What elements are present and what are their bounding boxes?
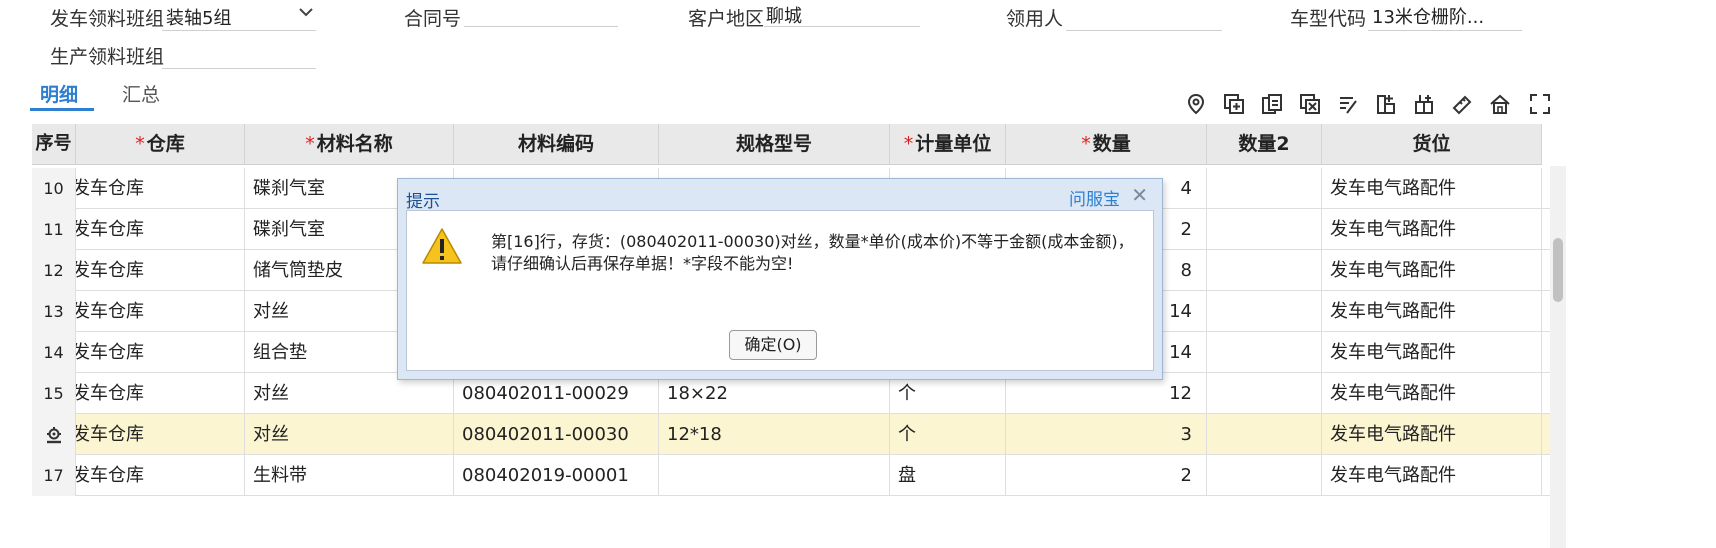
- cell-warehouse[interactable]: 发车仓库: [76, 414, 245, 455]
- cell-location[interactable]: 发车电气路配件: [1322, 332, 1542, 373]
- table-row[interactable]: 发车仓库 对丝 080402011-00030 12*18 个 3 发车电气路配件: [32, 414, 1558, 455]
- col-header-material-name[interactable]: * 材料名称: [245, 124, 454, 164]
- cell-qty2[interactable]: [1207, 209, 1322, 250]
- dialog-message-line1: 第[16]行，存货：(080402011-00030)对丝，数量*单价(成本价)…: [491, 232, 1134, 251]
- cell-warehouse[interactable]: 发车仓库: [76, 291, 245, 332]
- batch-edit-icon[interactable]: [1337, 93, 1359, 115]
- dialog-body: 第[16]行，存货：(080402011-00030)对丝，数量*单价(成本价)…: [406, 210, 1154, 371]
- issue-group-label: 发车领料班组: [50, 8, 165, 30]
- dialog-brand-link[interactable]: 问服宝: [1069, 185, 1120, 210]
- cell-qty2[interactable]: [1207, 414, 1322, 455]
- col-header-material-code[interactable]: 材料编码: [454, 124, 659, 164]
- dialog-title: 提示: [406, 192, 440, 212]
- col-header-seq[interactable]: 序号: [32, 124, 76, 164]
- cell-qty2[interactable]: [1207, 455, 1322, 496]
- col-header-qty[interactable]: * 数量: [1006, 124, 1207, 164]
- grid-header: 序号 * 仓库 * 材料名称 材料编码 规格型号 * 计量单位 * 数量 数量2 货位: [32, 124, 1542, 165]
- cell-spec[interactable]: 12*18: [659, 414, 890, 455]
- cell-qty[interactable]: 2: [1006, 455, 1207, 496]
- cell-material-name[interactable]: 生料带: [245, 455, 454, 496]
- cell-material-code[interactable]: 080402019-00001: [454, 455, 659, 496]
- dialog-message-line2: 请仔细确认后再保存单据！*字段不能为空!: [491, 254, 794, 273]
- cell-seq[interactable]: 12: [32, 250, 76, 291]
- cell-warehouse[interactable]: 发车仓库: [76, 373, 245, 414]
- contract-label: 合同号: [404, 8, 462, 30]
- cell-location[interactable]: 发车电气路配件: [1322, 455, 1542, 496]
- scrollbar-thumb[interactable]: [1553, 238, 1563, 302]
- tag-icon[interactable]: [1451, 93, 1473, 115]
- cell-qty[interactable]: 3: [1006, 414, 1207, 455]
- cell-spec[interactable]: [659, 455, 890, 496]
- cell-seq[interactable]: 17: [32, 455, 76, 496]
- cell-location[interactable]: 发车电气路配件: [1322, 414, 1542, 455]
- cell-location[interactable]: 发车电气路配件: [1322, 209, 1542, 250]
- cell-qty2[interactable]: [1207, 373, 1322, 414]
- ok-button[interactable]: 确定(O): [729, 330, 817, 360]
- fullscreen-icon[interactable]: [1529, 93, 1551, 115]
- cell-warehouse[interactable]: 发车仓库: [76, 455, 245, 496]
- chevron-down-icon[interactable]: [296, 2, 316, 22]
- cell-unit[interactable]: 个: [890, 414, 1006, 455]
- cell-location[interactable]: 发车电气路配件: [1322, 373, 1542, 414]
- cell-qty2[interactable]: [1207, 332, 1322, 373]
- col-header-qty2[interactable]: 数量2: [1207, 124, 1322, 164]
- delete-row-icon[interactable]: [1299, 93, 1321, 115]
- prod-group-label: 生产领料班组: [50, 46, 165, 68]
- model-input[interactable]: 13米仓栅阶...: [1372, 3, 1484, 29]
- cell-location[interactable]: 发车电气路配件: [1322, 250, 1542, 291]
- cell-seq[interactable]: 10: [32, 168, 76, 209]
- cell-qty2[interactable]: [1207, 168, 1322, 209]
- cell-material-code[interactable]: 080402011-00030: [454, 414, 659, 455]
- cell-seq[interactable]: 13: [32, 291, 76, 332]
- model-label: 车型代码: [1290, 8, 1367, 30]
- cell-location[interactable]: 发车电气路配件: [1322, 168, 1542, 209]
- add-row-icon[interactable]: [1223, 93, 1245, 115]
- cell-qty2[interactable]: [1207, 250, 1322, 291]
- cell-material-name[interactable]: 对丝: [245, 414, 454, 455]
- receiver-label: 领用人: [1006, 8, 1064, 30]
- cell-warehouse[interactable]: 发车仓库: [76, 168, 245, 209]
- cell-warehouse[interactable]: 发车仓库: [76, 209, 245, 250]
- region-label: 客户地区: [688, 8, 765, 30]
- warning-icon: [421, 227, 463, 265]
- location-icon[interactable]: [1185, 93, 1207, 115]
- dialog-message: 第[16]行，存货：(080402011-00030)对丝，数量*单价(成本价)…: [491, 231, 1141, 275]
- row-edit-icon[interactable]: [32, 414, 76, 455]
- col-header-spec[interactable]: 规格型号: [659, 124, 890, 164]
- copy-row-icon[interactable]: [1261, 93, 1283, 115]
- tab-active-indicator: [30, 108, 94, 111]
- alert-dialog: 提示 问服宝 ✕ 第[16]行，存货：(080402011-00030)对丝，数…: [397, 178, 1163, 380]
- insert-before-icon[interactable]: [1375, 93, 1397, 115]
- cell-seq[interactable]: 15: [32, 373, 76, 414]
- col-header-location[interactable]: 货位: [1322, 124, 1542, 164]
- cell-unit[interactable]: 盘: [890, 455, 1006, 496]
- tab-summary[interactable]: 汇总: [122, 80, 160, 107]
- cell-seq[interactable]: 14: [32, 332, 76, 373]
- region-input[interactable]: 聊城: [766, 2, 802, 28]
- col-header-warehouse[interactable]: * 仓库: [76, 124, 245, 164]
- col-header-unit[interactable]: * 计量单位: [890, 124, 1006, 164]
- cell-location[interactable]: 发车电气路配件: [1322, 291, 1542, 332]
- cell-warehouse[interactable]: 发车仓库: [76, 332, 245, 373]
- cell-qty2[interactable]: [1207, 291, 1322, 332]
- close-icon[interactable]: ✕: [1131, 183, 1148, 207]
- cell-warehouse[interactable]: 发车仓库: [76, 250, 245, 291]
- tab-detail[interactable]: 明细: [40, 80, 78, 107]
- cell-seq[interactable]: 11: [32, 209, 76, 250]
- vertical-scrollbar[interactable]: [1550, 166, 1566, 548]
- table-row[interactable]: 17 发车仓库 生料带 080402019-00001 盘 2 发车电气路配件: [32, 455, 1558, 496]
- home-icon[interactable]: [1489, 93, 1511, 115]
- issue-group-select[interactable]: 装轴5组: [166, 4, 231, 30]
- insert-after-icon[interactable]: [1413, 93, 1435, 115]
